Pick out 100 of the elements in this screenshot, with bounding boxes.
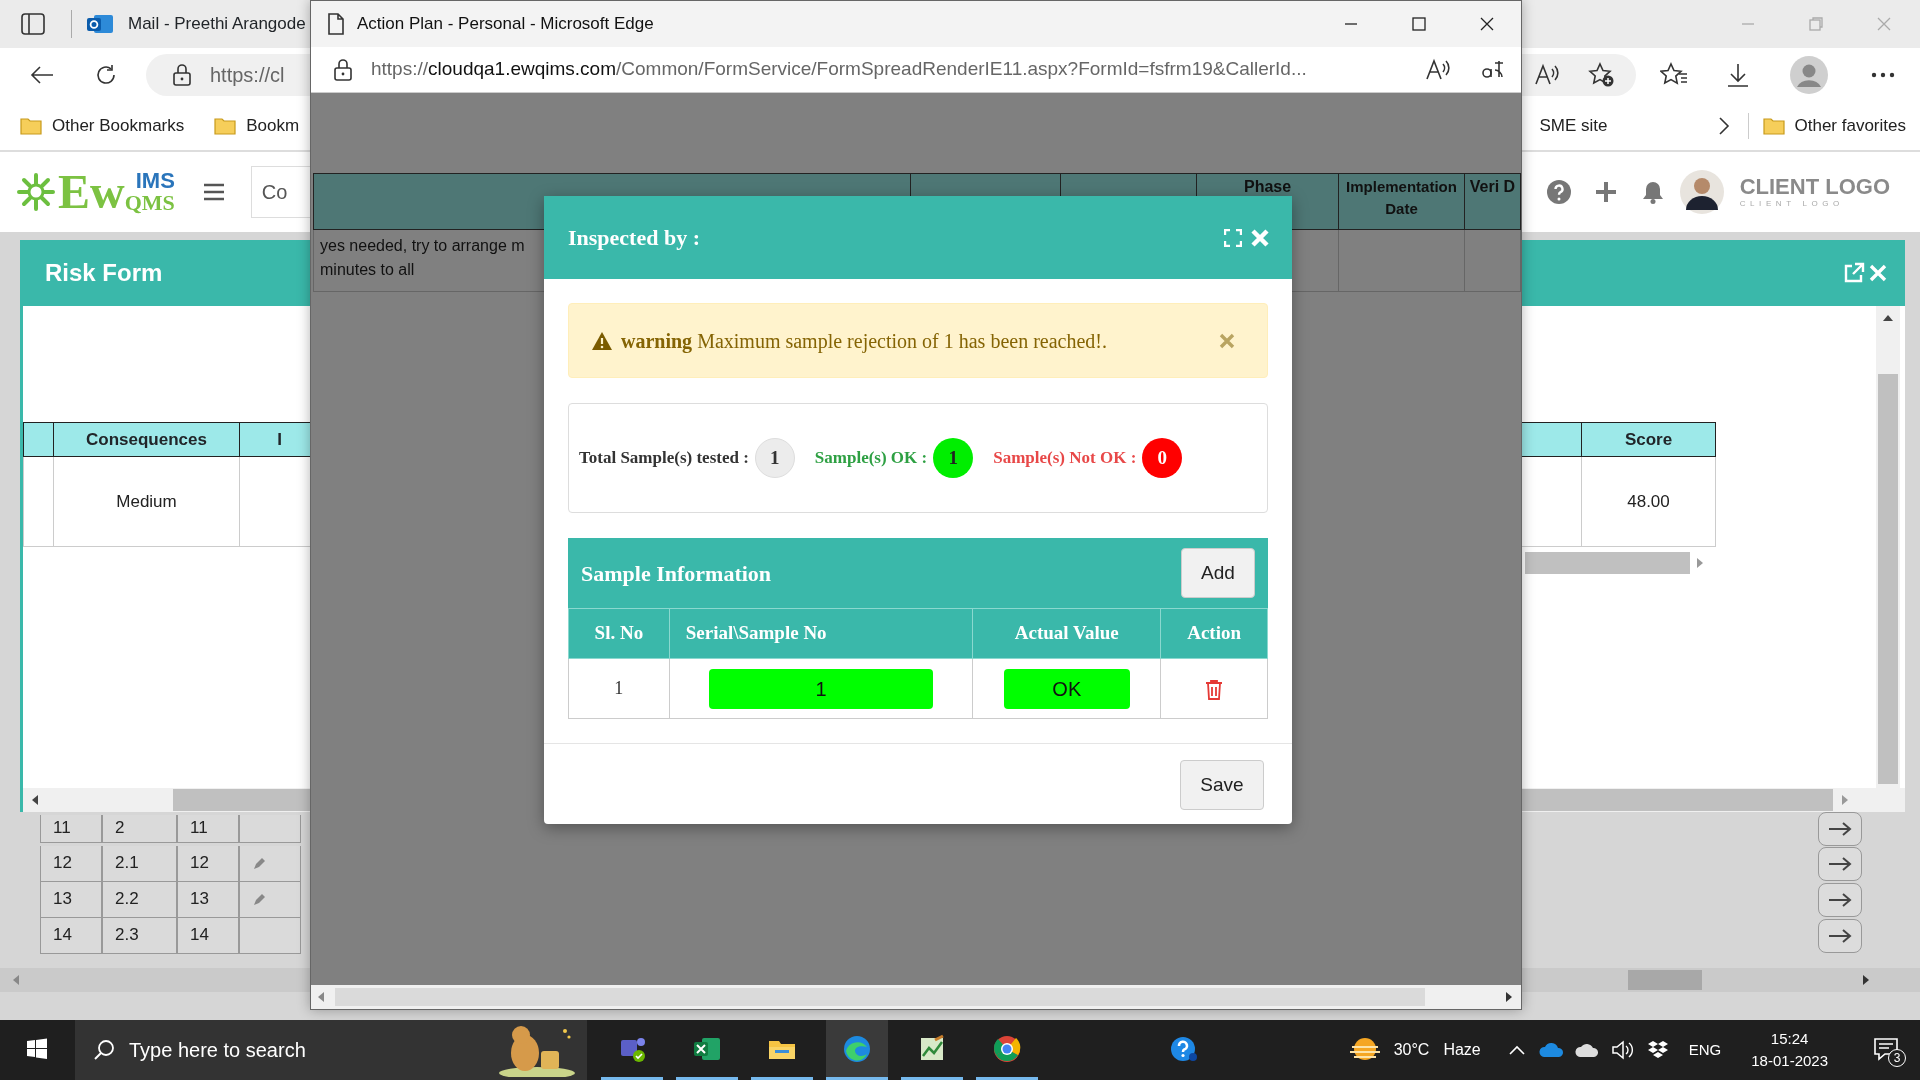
- menu-icon[interactable]: [202, 182, 225, 202]
- refresh-icon[interactable]: [94, 63, 118, 87]
- profile-icon[interactable]: [1790, 56, 1828, 94]
- logo-text: QMS: [124, 192, 175, 214]
- scroll-right-icon[interactable]: [1862, 974, 1870, 986]
- pencil-icon: [252, 856, 266, 871]
- tab-actions-icon[interactable]: [20, 12, 46, 36]
- arrow-button[interactable]: [1818, 919, 1862, 953]
- lock-icon: [172, 63, 192, 87]
- taskbar-button[interactable]: [826, 1020, 888, 1080]
- scroll-right-icon[interactable]: [1505, 991, 1513, 1003]
- pencil-icon: [252, 892, 266, 907]
- scroll-left-icon[interactable]: [31, 794, 39, 806]
- folder-icon: [1762, 115, 1787, 137]
- value-field[interactable]: OK: [1003, 668, 1130, 709]
- scrollbar-thumb[interactable]: [1878, 374, 1898, 784]
- window-title: Action Plan - Personal - Microsoft Edge: [357, 13, 654, 36]
- logo-icon: [16, 172, 56, 212]
- favorite-add-icon[interactable]: [1588, 62, 1616, 88]
- table-cell: 2: [102, 815, 177, 843]
- add-button[interactable]: Add: [1181, 548, 1255, 598]
- maximize-icon[interactable]: [1411, 16, 1427, 32]
- read-aloud-icon[interactable]: [1425, 57, 1451, 82]
- avatar[interactable]: [1679, 170, 1724, 214]
- table-cell: 2.2: [102, 882, 177, 918]
- clock-date[interactable]: 18-01-2023: [1751, 1050, 1828, 1073]
- arrow-right-icon: [1828, 822, 1852, 836]
- table-cell: 12: [177, 846, 239, 882]
- client-logo-text: CLIENT LOGO: [1739, 176, 1890, 198]
- bookmark-link[interactable]: Other Bookmarks: [52, 113, 185, 139]
- warning-icon: [591, 330, 613, 351]
- browser-icon: [992, 1033, 1022, 1064]
- cloud-icon[interactable]: [1574, 1042, 1599, 1058]
- temperature-text[interactable]: 30°C: [1393, 1038, 1430, 1062]
- logo-text: Ew: [58, 168, 125, 216]
- notification-button[interactable]: 3: [1866, 1020, 1906, 1080]
- more-icon[interactable]: [1870, 71, 1896, 79]
- column-header: Score: [1581, 422, 1716, 457]
- table-cell: 13: [40, 882, 102, 918]
- notification-count: 3: [1888, 1049, 1906, 1067]
- column-header: Phase: [1244, 178, 1292, 195]
- alert-message: warning Maximum sample rejection of 1 has been reached!.: [621, 328, 1107, 355]
- serial-field[interactable]: 1: [709, 668, 934, 709]
- close-icon[interactable]: [1479, 16, 1495, 32]
- count-label: Sample(s) OK :: [814, 447, 928, 470]
- arrow-button[interactable]: [1818, 812, 1862, 846]
- document-icon: [327, 13, 345, 35]
- speaker-icon[interactable]: [1610, 1040, 1635, 1060]
- bell-icon[interactable]: [1641, 180, 1664, 204]
- windows-logo-icon: [26, 1037, 48, 1060]
- read-aloud-icon[interactable]: [1534, 63, 1560, 87]
- table-cell: 14: [177, 918, 239, 954]
- bear-icon: [497, 1023, 577, 1077]
- arrow-button[interactable]: [1818, 847, 1862, 881]
- column-header: Sl. No: [568, 608, 670, 659]
- plus-icon[interactable]: [1593, 180, 1618, 204]
- table-cell: 2.1: [102, 846, 177, 882]
- scrollbar-thumb[interactable]: [1628, 970, 1702, 990]
- browser-icon: [842, 1033, 872, 1064]
- scroll-up-icon[interactable]: [1882, 314, 1894, 322]
- box-icon[interactable]: [1646, 1040, 1669, 1060]
- table-cell: 48.00: [1581, 456, 1716, 547]
- save-button[interactable]: Save: [1180, 760, 1264, 810]
- table-cell: 12: [40, 846, 102, 882]
- url-text[interactable]: https://cl: [210, 60, 285, 90]
- count-badge: 1: [754, 438, 795, 478]
- language-indicator[interactable]: ENG: [1688, 1038, 1722, 1062]
- section-title: Sample Information: [581, 559, 772, 588]
- arrow-button[interactable]: [1818, 883, 1862, 917]
- tab-title[interactable]: Mail - Preethi Arangode: [128, 11, 306, 37]
- client-logo-subtext: CLIENT LOGO: [1739, 200, 1845, 208]
- arrow-right-icon: [1828, 857, 1852, 871]
- search-field[interactable]: Type here to search: [75, 1020, 587, 1080]
- table-cell: Medium: [53, 456, 240, 547]
- count-label: Sample(s) Not OK :: [993, 447, 1137, 470]
- trash-icon[interactable]: [1204, 678, 1225, 701]
- weather-text[interactable]: Haze: [1443, 1038, 1481, 1062]
- folder-icon: [214, 115, 239, 137]
- scrollbar-thumb[interactable]: [1525, 552, 1690, 574]
- table-cell: 2.3: [102, 918, 177, 954]
- help-icon[interactable]: [1545, 179, 1572, 205]
- chevron-up-icon[interactable]: [1508, 1045, 1525, 1055]
- table-cell: 1: [568, 658, 670, 719]
- chevron-right-icon[interactable]: [1717, 116, 1730, 136]
- column-header: Action: [1160, 608, 1268, 659]
- folder-icon: [20, 115, 44, 137]
- table-cell: 11: [177, 815, 239, 843]
- bookmark-link[interactable]: SME site: [1539, 113, 1608, 139]
- clock-time[interactable]: 15:24: [1770, 1027, 1809, 1050]
- logo-text: IMS: [135, 170, 175, 192]
- arrow-right-icon: [1828, 929, 1852, 943]
- count-badge: 1: [933, 438, 974, 478]
- bookmark-link[interactable]: Bookm: [246, 113, 300, 139]
- mail-app-icon[interactable]: [86, 12, 114, 36]
- search-field[interactable]: Co: [250, 166, 311, 218]
- bookmark-link[interactable]: Other favorites: [1794, 113, 1906, 139]
- lock-icon: [333, 57, 353, 82]
- download-icon[interactable]: [1726, 62, 1750, 88]
- table-cell: 13: [177, 882, 239, 918]
- cell-text: yes needed, try to arrange m: [320, 236, 525, 256]
